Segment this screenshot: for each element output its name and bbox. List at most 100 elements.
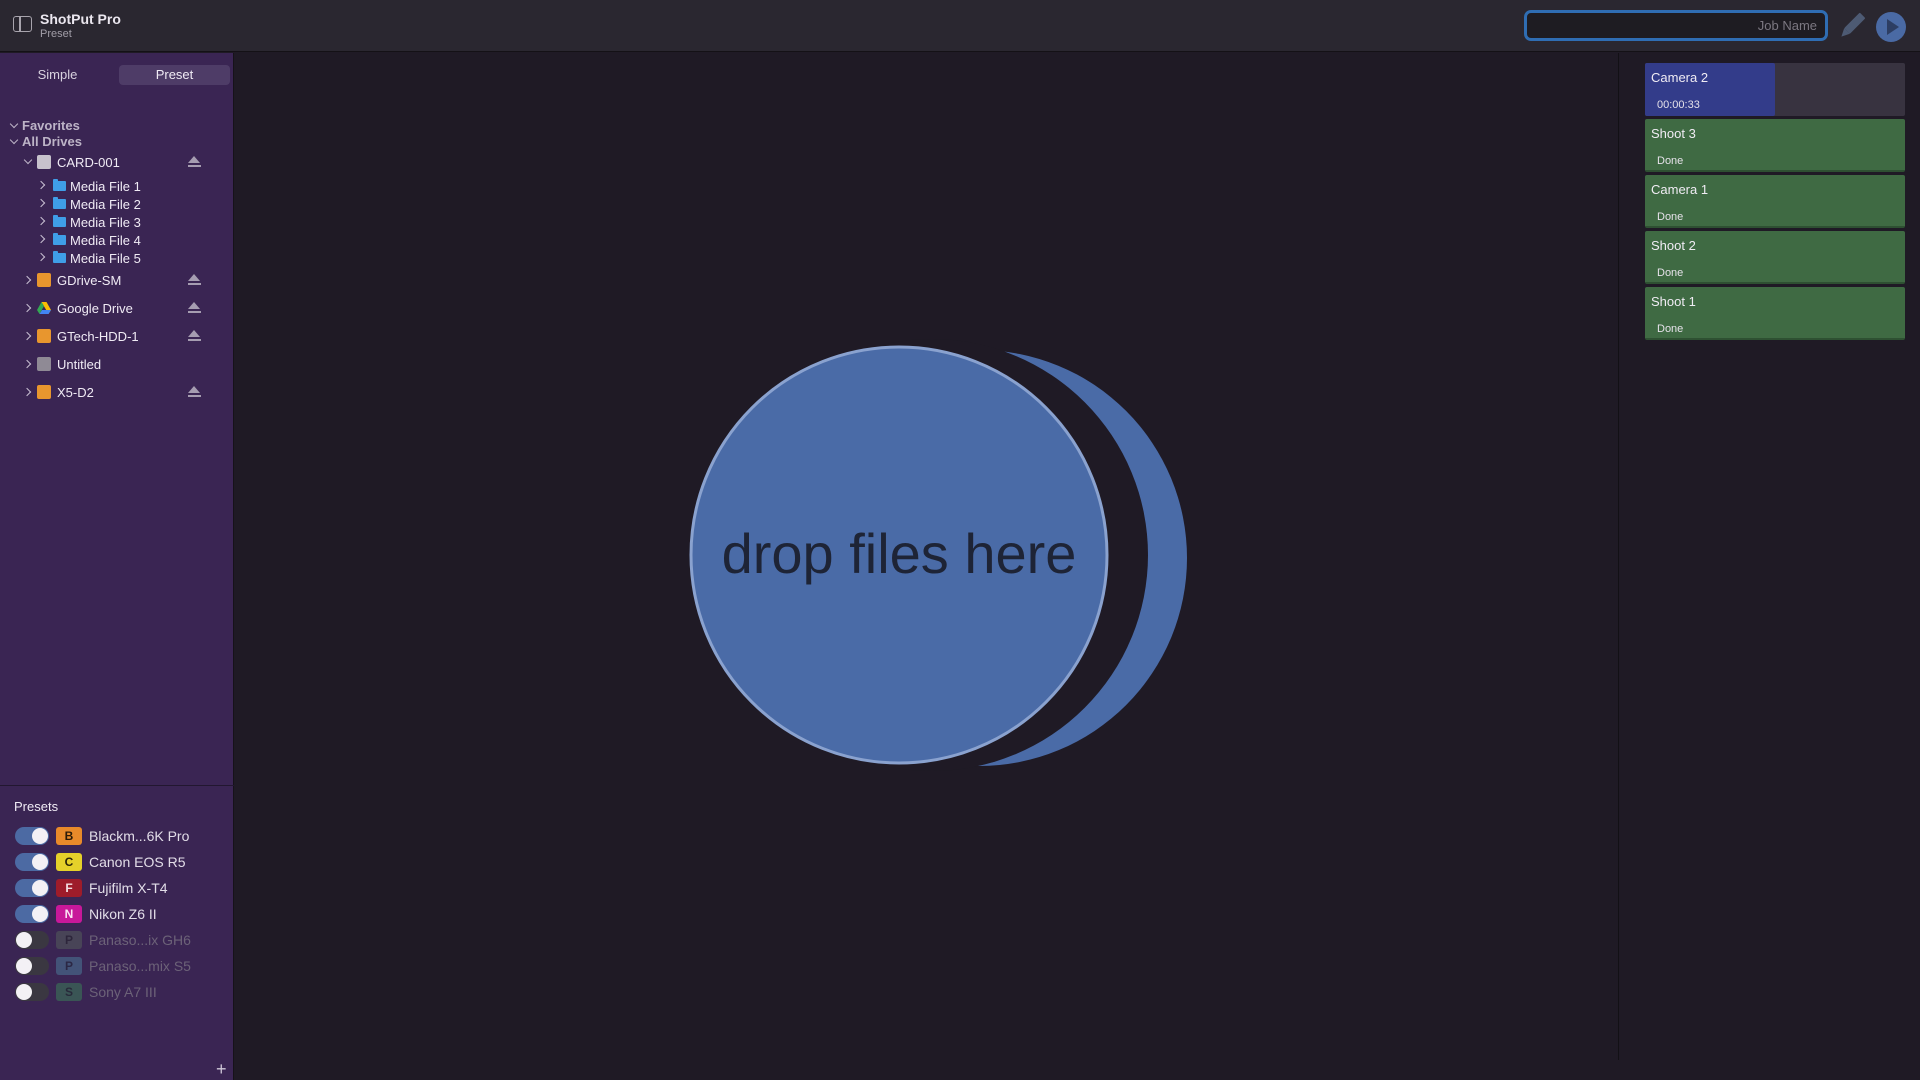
drive-card-001[interactable]: CARD-001 (0, 151, 234, 173)
chevron-down-icon (23, 155, 33, 165)
chevron-right-icon (36, 198, 46, 208)
all-drives-section[interactable]: All Drives (9, 134, 82, 149)
media-file-row[interactable]: Media File 3 (0, 213, 234, 231)
media-file-row[interactable]: Media File 4 (0, 231, 234, 249)
drop-label: drop files here (722, 522, 1077, 585)
google-drive-icon (37, 302, 51, 314)
drive-label: GDrive-SM (57, 273, 122, 288)
job-name: Shoot 3 (1651, 126, 1696, 141)
preset-label[interactable]: Nikon Z6 II (89, 906, 157, 922)
tab-simple[interactable]: Simple (2, 65, 113, 85)
drive-label: X5-D2 (57, 385, 94, 400)
eject-icon[interactable] (188, 274, 201, 286)
preset-label[interactable]: Fujifilm X-T4 (89, 880, 168, 896)
tab-preset[interactable]: Preset (119, 65, 230, 85)
drive-icon (37, 155, 51, 169)
media-file-row[interactable]: Media File 2 (0, 195, 234, 213)
chevron-right-icon (22, 303, 32, 313)
drop-zone[interactable]: drop files here (235, 53, 1617, 1060)
sidebar: Simple Preset Favorites All Drives CARD-… (0, 53, 234, 1080)
drive-untitled[interactable]: Untitled (0, 353, 234, 375)
preset-badge: P (56, 931, 82, 949)
drive-x5-d2[interactable]: X5-D2 (0, 381, 234, 403)
pencil-icon[interactable] (1837, 12, 1867, 40)
media-file-row[interactable]: Media File 1 (0, 177, 234, 195)
chevron-right-icon (22, 275, 32, 285)
external-drive-icon (37, 329, 51, 343)
presets-title: Presets (14, 799, 59, 814)
preset-row: S Sony A7 III (0, 981, 234, 1003)
presets-divider (0, 785, 234, 786)
job-status: Done (1657, 267, 1684, 279)
eject-icon[interactable] (188, 330, 201, 342)
preset-badge: F (56, 879, 82, 897)
preset-label[interactable]: Panaso...ix GH6 (89, 932, 191, 948)
chevron-down-icon (9, 119, 19, 129)
drive-label: Untitled (57, 357, 102, 372)
job-status: Done (1657, 155, 1684, 167)
job-name: Camera 1 (1651, 182, 1709, 197)
preset-row: P Panaso...ix GH6 (0, 929, 234, 951)
preset-toggle[interactable] (15, 983, 49, 1001)
external-drive-icon (37, 273, 51, 287)
app-title: ShotPut Pro (40, 11, 121, 27)
job-card[interactable]: Camera 1 Done (1645, 175, 1905, 228)
job-card[interactable]: Shoot 3 Done (1645, 119, 1905, 172)
preset-row: P Panaso...mix S5 (0, 955, 234, 977)
start-job-button[interactable] (1876, 12, 1906, 42)
job-card[interactable]: Shoot 2 Done (1645, 231, 1905, 284)
file-label: Media File 5 (70, 251, 141, 266)
job-status: Done (1657, 323, 1684, 335)
file-label: Media File 3 (70, 215, 141, 230)
drive-gtech-hdd-1[interactable]: GTech-HDD-1 (0, 325, 234, 347)
preset-label[interactable]: Canon EOS R5 (89, 854, 186, 870)
chevron-right-icon (22, 359, 32, 369)
preset-toggle[interactable] (15, 905, 49, 923)
drive-label: Google Drive (57, 301, 133, 316)
preset-row: N Nikon Z6 II (0, 903, 234, 925)
favorites-label: Favorites (22, 118, 80, 133)
sidebar-toggle-icon[interactable] (13, 16, 32, 32)
preset-toggle[interactable] (15, 931, 49, 949)
chevron-right-icon (36, 234, 46, 244)
preset-toggle[interactable] (15, 957, 49, 975)
app-subtitle: Preset (40, 28, 72, 40)
preset-toggle[interactable] (15, 879, 49, 897)
preset-badge: B (56, 827, 82, 845)
chevron-right-icon (36, 216, 46, 226)
drive-label: CARD-001 (57, 155, 120, 170)
eject-icon[interactable] (188, 302, 201, 314)
folder-icon (53, 233, 66, 245)
preset-label[interactable]: Blackm...6K Pro (89, 828, 189, 844)
favorites-section[interactable]: Favorites (9, 118, 80, 133)
preset-toggle[interactable] (15, 853, 49, 871)
drop-zone-graphic: drop files here (689, 339, 1187, 771)
chevron-right-icon (36, 252, 46, 262)
preset-label[interactable]: Sony A7 III (89, 984, 157, 1000)
preset-label[interactable]: Panaso...mix S5 (89, 958, 191, 974)
job-card[interactable]: Shoot 1 Done (1645, 287, 1905, 340)
folder-icon (53, 197, 66, 209)
chevron-right-icon (22, 387, 32, 397)
eject-icon[interactable] (188, 156, 201, 168)
drive-label: GTech-HDD-1 (57, 329, 139, 344)
preset-toggle[interactable] (15, 827, 49, 845)
jobs-divider (1618, 53, 1619, 1060)
drive-gdrive-sm[interactable]: GDrive-SM (0, 269, 234, 291)
chevron-right-icon (36, 180, 46, 190)
eject-icon[interactable] (188, 386, 201, 398)
preset-badge: P (56, 957, 82, 975)
external-drive-icon (37, 385, 51, 399)
media-file-row[interactable]: Media File 5 (0, 249, 234, 267)
job-name: Shoot 1 (1651, 294, 1696, 309)
preset-badge: S (56, 983, 82, 1001)
chevron-right-icon (22, 331, 32, 341)
job-status: Done (1657, 211, 1684, 223)
file-label: Media File 1 (70, 179, 141, 194)
job-name-input[interactable] (1524, 10, 1828, 41)
file-label: Media File 2 (70, 197, 141, 212)
add-preset-button[interactable]: + (216, 1059, 227, 1080)
drive-google-drive[interactable]: Google Drive (0, 297, 234, 319)
job-card[interactable]: Camera 2 00:00:33 (1645, 63, 1905, 116)
all-drives-label: All Drives (22, 134, 82, 149)
